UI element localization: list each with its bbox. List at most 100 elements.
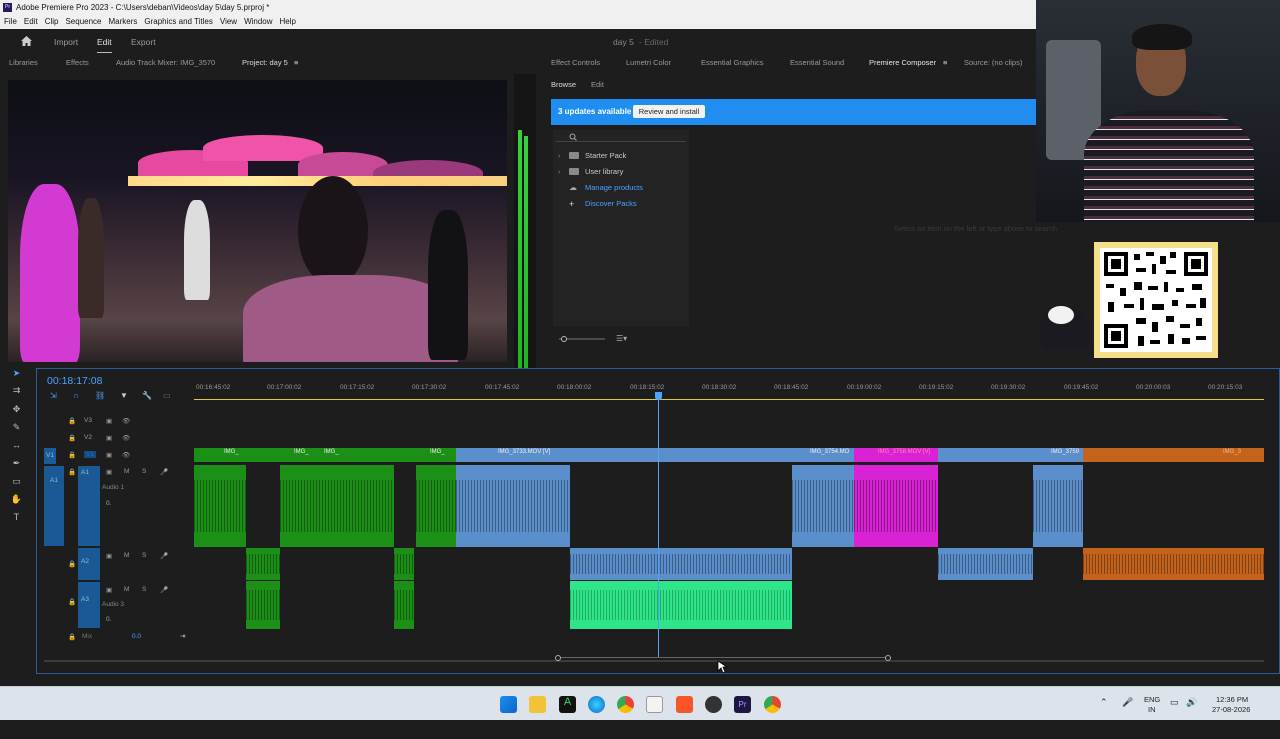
- audio-clip[interactable]: [1083, 548, 1264, 580]
- hand-icon[interactable]: ✋: [10, 494, 23, 505]
- tab-essential-graphics[interactable]: Essential Graphics: [701, 58, 764, 67]
- solo-button[interactable]: S: [142, 552, 146, 559]
- type-icon[interactable]: T: [10, 512, 23, 523]
- microphone-icon[interactable]: 🎤: [160, 468, 168, 476]
- start-icon[interactable]: [500, 696, 517, 713]
- store-icon[interactable]: [646, 696, 663, 713]
- eye-icon[interactable]: 👁: [122, 417, 130, 425]
- tab-import[interactable]: Import: [54, 37, 78, 47]
- audio-clip[interactable]: [416, 465, 456, 547]
- video-clip[interactable]: [394, 448, 416, 462]
- mute-button[interactable]: M: [124, 468, 129, 475]
- file-explorer-icon[interactable]: [529, 696, 546, 713]
- tab-source[interactable]: Source: (no clips): [964, 58, 1022, 67]
- microphone-icon[interactable]: 🎤: [1122, 697, 1133, 731]
- menu-file[interactable]: File: [4, 15, 17, 29]
- tab-lumetri-color[interactable]: Lumetri Color: [626, 58, 671, 67]
- track-mix[interactable]: 🔒 Mix 0.0 ⇥: [44, 632, 194, 644]
- audio-clip[interactable]: [280, 465, 394, 547]
- captions-icon[interactable]: ▭: [163, 391, 171, 400]
- microphone-icon[interactable]: 🎤: [160, 586, 168, 594]
- audio-clip[interactable]: [1033, 465, 1083, 547]
- video-clip[interactable]: IMG_: [416, 448, 456, 462]
- menu-sequence[interactable]: Sequence: [65, 15, 101, 29]
- subtab-edit[interactable]: Edit: [591, 80, 604, 89]
- tab-export[interactable]: Export: [131, 37, 156, 47]
- chrome-icon[interactable]: [764, 696, 781, 713]
- tree-item-user-library[interactable]: › User library: [553, 165, 689, 179]
- menu-help[interactable]: Help: [280, 15, 296, 29]
- solo-button[interactable]: S: [142, 468, 146, 475]
- tab-premiere-composer[interactable]: Premiere Composer: [869, 58, 936, 67]
- timecode-display[interactable]: 00:18:17:08: [47, 375, 102, 387]
- menu-view[interactable]: View: [220, 15, 237, 29]
- audio-clip[interactable]: [246, 581, 280, 629]
- slip-icon[interactable]: ↔: [10, 440, 23, 451]
- film-icon[interactable]: ▣: [106, 417, 112, 425]
- menu-markers[interactable]: Markers: [109, 15, 138, 29]
- audio-clip[interactable]: [394, 548, 414, 580]
- size-slider[interactable]: [557, 334, 607, 344]
- audio-clip[interactable]: [456, 465, 570, 547]
- video-clip[interactable]: IMG_3733.MOV [V]: [456, 448, 570, 462]
- tree-item-starter-pack[interactable]: › Starter Pack: [553, 149, 689, 163]
- marker-icon[interactable]: ▼: [120, 391, 128, 400]
- tree-item-manage-products[interactable]: ☁ Manage products: [553, 181, 689, 195]
- panel-menu-icon[interactable]: ≡: [294, 58, 298, 67]
- film-icon[interactable]: ▣: [106, 451, 112, 459]
- solo-button[interactable]: S: [142, 586, 146, 593]
- wrench-icon[interactable]: 🔧: [142, 391, 152, 400]
- video-clip[interactable]: IMG_: [194, 448, 246, 462]
- animate-app-icon[interactable]: A: [559, 696, 576, 713]
- eye-icon[interactable]: 👁: [122, 434, 130, 442]
- edge-icon[interactable]: [588, 696, 605, 713]
- clock-date[interactable]: 27-08-2026: [1212, 705, 1250, 739]
- subtab-browse[interactable]: Browse: [551, 80, 576, 89]
- video-clip[interactable]: [246, 448, 280, 462]
- film-icon[interactable]: ▣: [106, 434, 112, 442]
- video-clip[interactable]: IMG_3759: [938, 448, 1083, 462]
- video-clip[interactable]: IMG_3758.MOV [V]: [854, 448, 938, 462]
- obs-icon[interactable]: [705, 696, 722, 713]
- mute-button[interactable]: M: [124, 552, 129, 559]
- audio-clip[interactable]: [246, 548, 280, 580]
- track-v3[interactable]: 🔒 V3 ▣ 👁: [44, 414, 194, 430]
- rectangle-icon[interactable]: ▭: [10, 476, 23, 487]
- tab-libraries[interactable]: Libraries: [9, 58, 38, 67]
- tab-audio-track-mixer[interactable]: Audio Track Mixer: IMG_3570: [116, 58, 215, 67]
- menu-clip[interactable]: Clip: [45, 15, 59, 29]
- menu-graphics-titles[interactable]: Graphics and Titles: [144, 15, 212, 29]
- audio-clip[interactable]: [570, 548, 792, 580]
- lock-icon[interactable]: 🔒: [68, 434, 76, 442]
- tab-effects[interactable]: Effects: [66, 58, 89, 67]
- lock-icon[interactable]: 🔒: [68, 598, 76, 606]
- selection-tool-icon[interactable]: ➤: [10, 368, 23, 379]
- time-ruler[interactable]: 00:16:45:02 00:17:00:02 00:17:15:02 00:1…: [194, 380, 1264, 402]
- track-a3[interactable]: A3 🔒 ▣ M S 🎤 Audio 3 0.: [44, 582, 194, 630]
- lock-icon[interactable]: 🔒: [68, 468, 76, 476]
- video-clip[interactable]: [352, 448, 394, 462]
- track-v1[interactable]: V1 🔒 V1 ▣ 👁: [44, 448, 194, 464]
- tab-edit[interactable]: Edit: [97, 37, 112, 53]
- network-icon[interactable]: ▭: [1170, 697, 1179, 731]
- brave-icon[interactable]: [676, 696, 693, 713]
- lock-icon[interactable]: 🔒: [68, 633, 76, 641]
- film-icon[interactable]: ▣: [106, 586, 112, 594]
- tab-effect-controls[interactable]: Effect Controls: [551, 58, 600, 67]
- microphone-icon[interactable]: 🎤: [160, 552, 168, 560]
- video-clip[interactable]: IMG_3754.MO: [792, 448, 854, 462]
- ripple-edit-icon[interactable]: ✥: [10, 404, 23, 415]
- volume-icon[interactable]: 🔊: [1186, 697, 1197, 731]
- film-icon[interactable]: ▣: [106, 552, 112, 560]
- track-select-icon[interactable]: ⇉: [10, 385, 23, 396]
- menu-window[interactable]: Window: [244, 15, 272, 29]
- lock-icon[interactable]: 🔒: [68, 451, 76, 459]
- video-clip[interactable]: IMG_3: [1083, 448, 1264, 462]
- track-v2[interactable]: 🔒 V2 ▣ 👁: [44, 431, 194, 447]
- audio-clip[interactable]: [938, 548, 1033, 580]
- tree-item-discover-packs[interactable]: + Discover Packs: [553, 197, 689, 211]
- track-a2[interactable]: A2 🔒 ▣ M S 🎤: [44, 548, 194, 582]
- video-clip[interactable]: IMG_: [314, 448, 352, 462]
- tab-project[interactable]: Project: day 5: [242, 58, 288, 67]
- lock-icon[interactable]: 🔒: [68, 560, 76, 568]
